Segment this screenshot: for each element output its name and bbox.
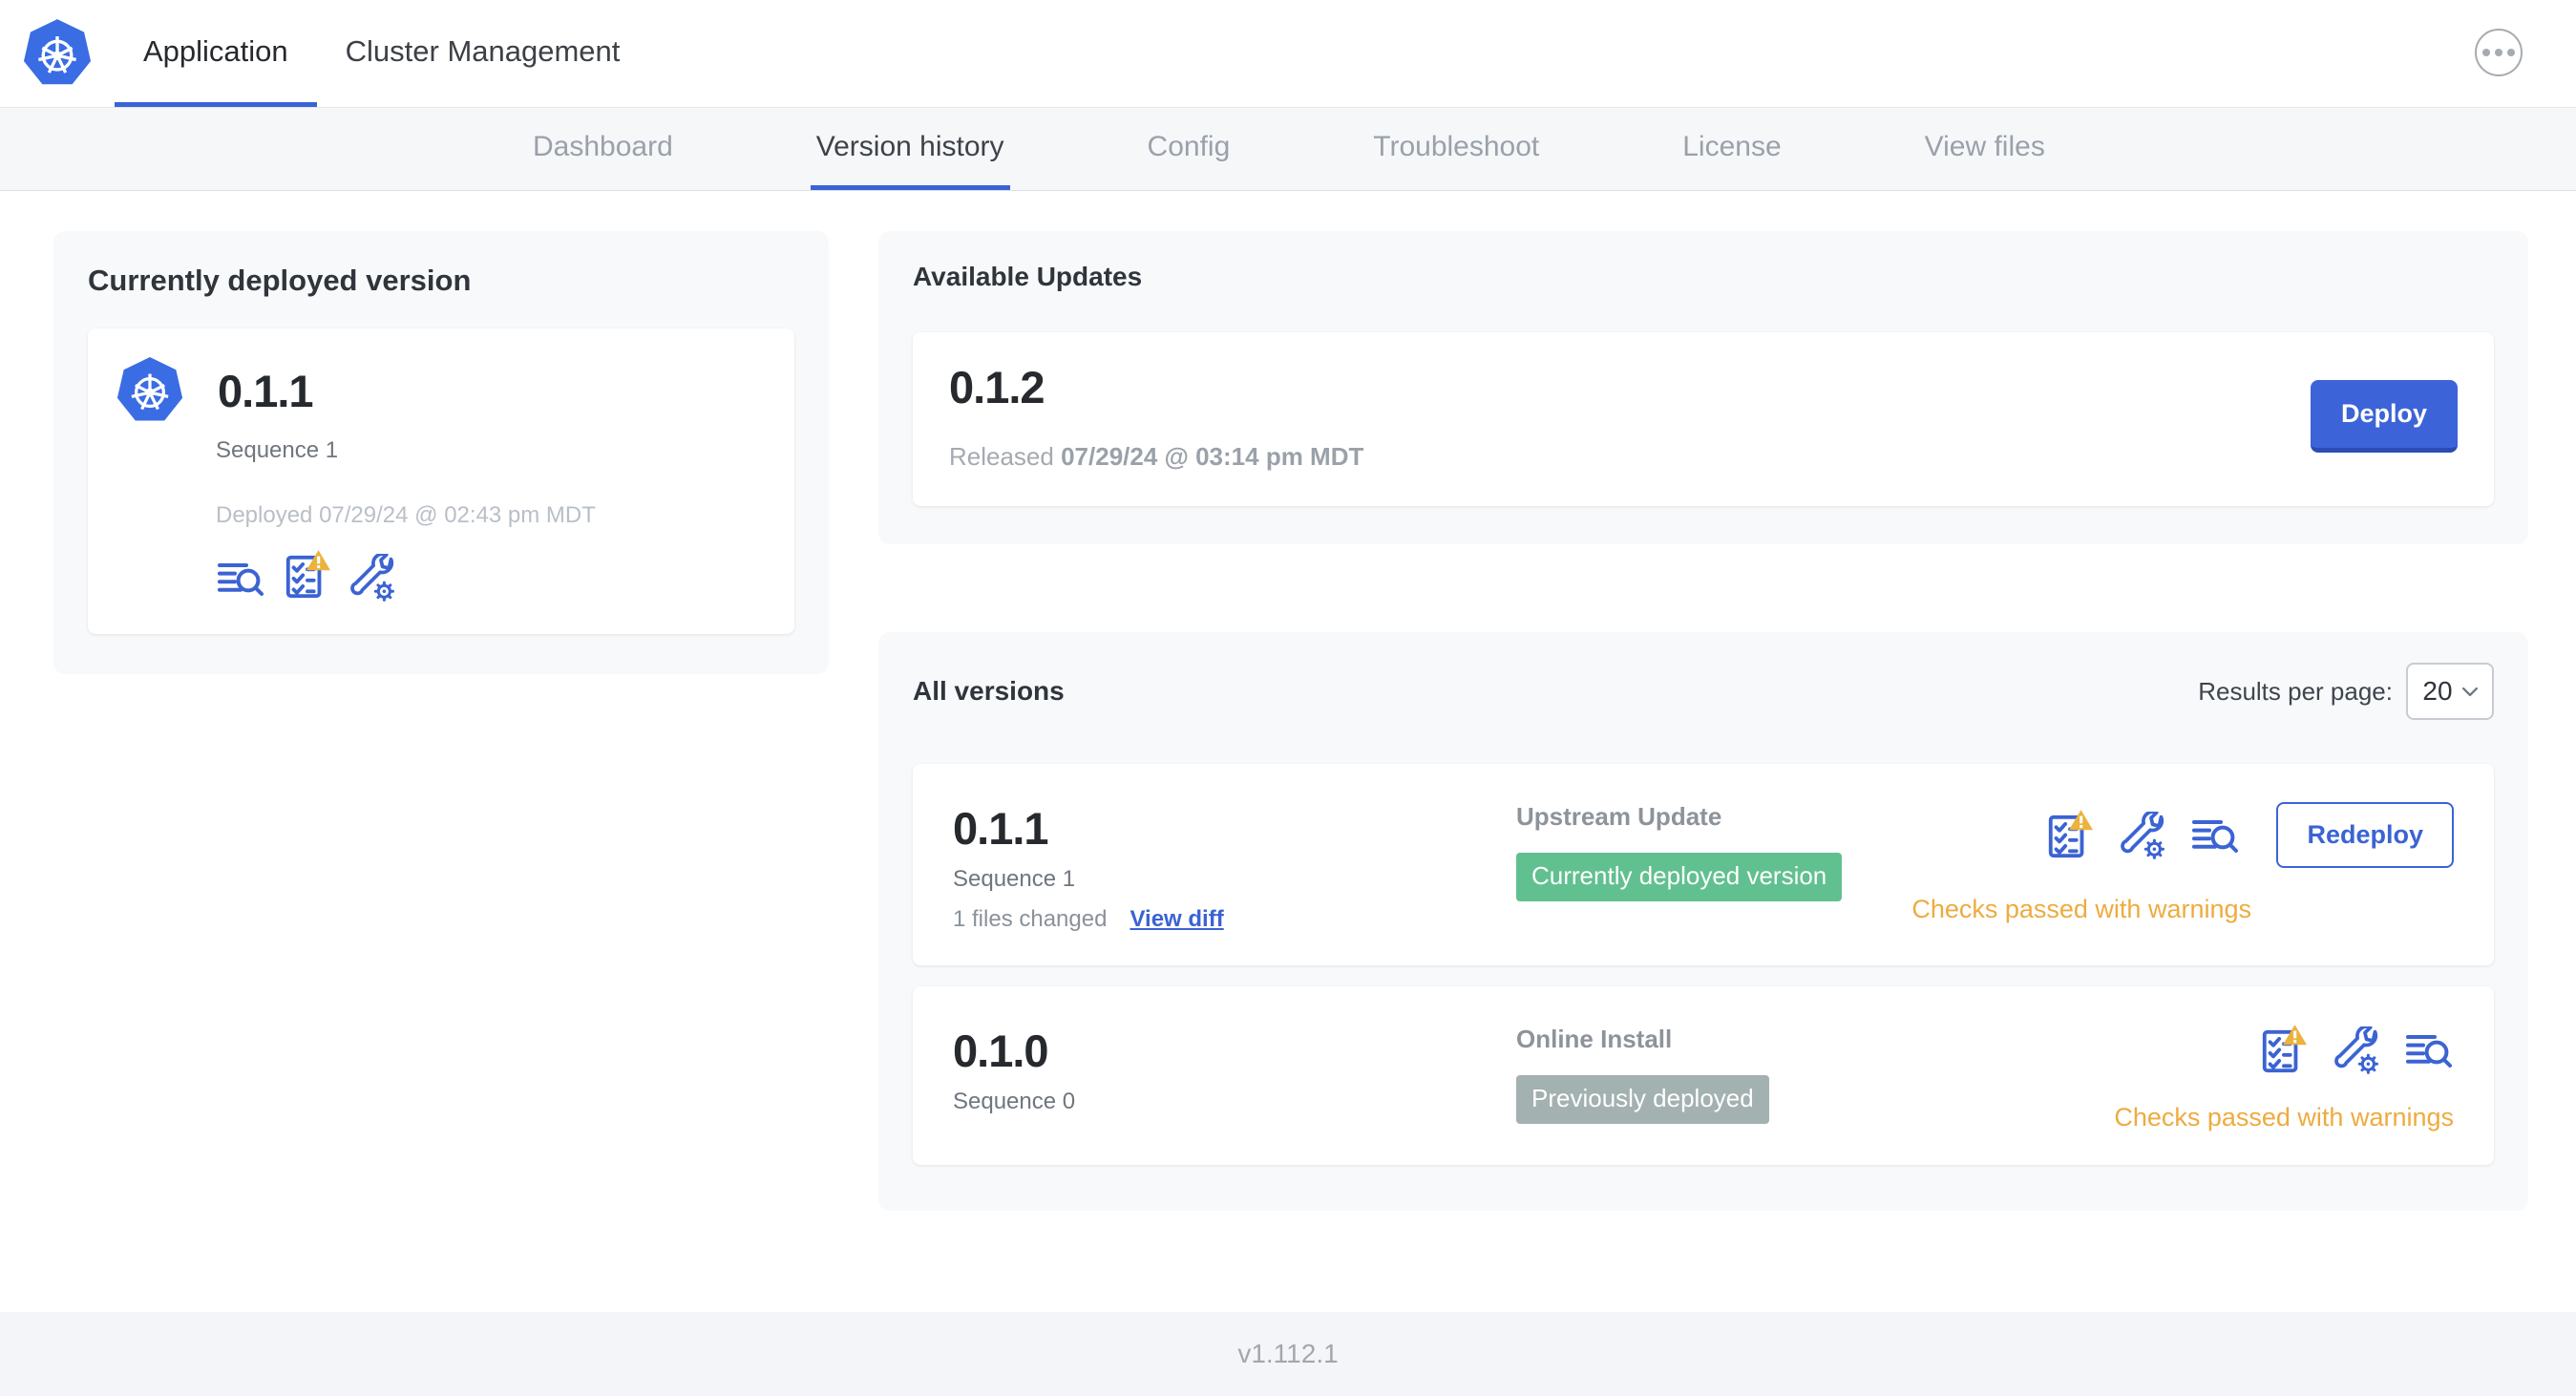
- tab-dashboard[interactable]: Dashboard: [527, 108, 679, 190]
- section-nav: Dashboard Version history Config Trouble…: [0, 108, 2576, 191]
- ellipsis-icon: [2507, 49, 2515, 56]
- available-updates-panel: Available Updates 0.1.2 Released 07/29/2…: [878, 231, 2528, 544]
- more-menu-button[interactable]: [2475, 29, 2523, 76]
- current-version-deployed-date: Deployed 07/29/24 @ 02:43 pm MDT: [216, 502, 596, 528]
- current-version-sequence: Sequence 1: [216, 437, 339, 463]
- kubernetes-app-icon: [115, 355, 185, 426]
- currently-deployed-panel: Currently deployed version 0.1.1 Sequenc…: [53, 231, 829, 674]
- current-version-number: 0.1.1: [218, 365, 314, 416]
- config-wrench-icon[interactable]: [2332, 1026, 2379, 1074]
- row-version-number: 0.1.1: [953, 803, 1049, 854]
- released-label: Released: [949, 442, 1054, 471]
- results-per-page-value: 20: [2422, 676, 2453, 706]
- tab-view-files[interactable]: View files: [1919, 108, 2051, 190]
- released-date-value: 07/29/24 @ 03:14 pm MDT: [1061, 442, 1364, 471]
- config-wrench-icon[interactable]: [2118, 812, 2165, 859]
- version-row-0-1-0: 0.1.0 Sequence 0 Online Install Previous…: [913, 986, 2494, 1165]
- currently-deployed-title: Currently deployed version: [88, 264, 472, 297]
- row-sequence: Sequence 0: [953, 1089, 1076, 1114]
- redeploy-button[interactable]: Redeploy: [2276, 802, 2454, 868]
- page-footer: v1.112.1: [0, 1312, 2576, 1396]
- ellipsis-icon: [2495, 49, 2502, 56]
- chevron-down-icon: [2462, 687, 2478, 697]
- tab-troubleshoot[interactable]: Troubleshoot: [1367, 108, 1545, 190]
- preflight-checks-warning-icon[interactable]: [283, 550, 330, 602]
- update-version-number: 0.1.2: [949, 362, 1045, 412]
- checks-status-text: Checks passed with warnings: [1911, 895, 2251, 923]
- update-card: 0.1.2 Released 07/29/24 @ 03:14 pm MDT D…: [913, 332, 2494, 506]
- tab-application[interactable]: Application: [115, 0, 317, 107]
- row-sequence: Sequence 1: [953, 866, 1076, 892]
- main-content: Currently deployed version 0.1.1 Sequenc…: [0, 191, 2576, 1312]
- update-released-date: Released 07/29/24 @ 03:14 pm MDT: [949, 442, 1363, 472]
- results-per-page-label: Results per page:: [2198, 676, 2393, 706]
- tab-license[interactable]: License: [1677, 108, 1786, 190]
- status-badge: Currently deployed version: [1516, 853, 1843, 901]
- version-row-0-1-1: 0.1.1 Sequence 1 1 files changed View di…: [913, 764, 2494, 965]
- row-version-number: 0.1.0: [953, 1026, 1049, 1076]
- all-versions-panel: All versions Results per page: 20 0.1.1 …: [878, 632, 2528, 1211]
- logs-icon[interactable]: [2404, 1027, 2454, 1073]
- logs-icon[interactable]: [216, 556, 265, 602]
- app-level-tabs: Application Cluster Management: [115, 0, 648, 107]
- logs-icon[interactable]: [2190, 813, 2240, 858]
- status-badge: Previously deployed: [1516, 1075, 1769, 1124]
- console-version-text: v1.112.1: [1237, 1339, 1339, 1368]
- version-source-label: Upstream Update: [1516, 802, 1722, 831]
- right-column: Available Updates 0.1.2 Released 07/29/2…: [878, 231, 2528, 1211]
- all-versions-title: All versions: [913, 676, 1065, 706]
- tab-cluster-management[interactable]: Cluster Management: [317, 0, 649, 107]
- checks-status-text: Checks passed with warnings: [2114, 1103, 2454, 1132]
- tab-version-history[interactable]: Version history: [810, 108, 1010, 190]
- ellipsis-icon: [2482, 49, 2490, 56]
- tab-config[interactable]: Config: [1142, 108, 1236, 190]
- kubernetes-logo-icon: [21, 17, 94, 90]
- currently-deployed-card: 0.1.1 Sequence 1 Deployed 07/29/24 @ 02:…: [88, 328, 794, 634]
- available-updates-title: Available Updates: [913, 262, 1143, 291]
- app-logo: [0, 0, 115, 107]
- config-wrench-icon[interactable]: [348, 554, 395, 602]
- view-diff-link[interactable]: View diff: [1130, 906, 1223, 933]
- version-source-label: Online Install: [1516, 1025, 1673, 1053]
- deploy-button[interactable]: Deploy: [2311, 380, 2458, 453]
- files-changed-label: 1 files changed: [953, 906, 1108, 932]
- preflight-checks-warning-icon[interactable]: [2259, 1025, 2307, 1076]
- results-per-page-select[interactable]: 20: [2406, 663, 2494, 720]
- preflight-checks-warning-icon[interactable]: [2045, 810, 2093, 861]
- top-header: Application Cluster Management: [0, 0, 2576, 108]
